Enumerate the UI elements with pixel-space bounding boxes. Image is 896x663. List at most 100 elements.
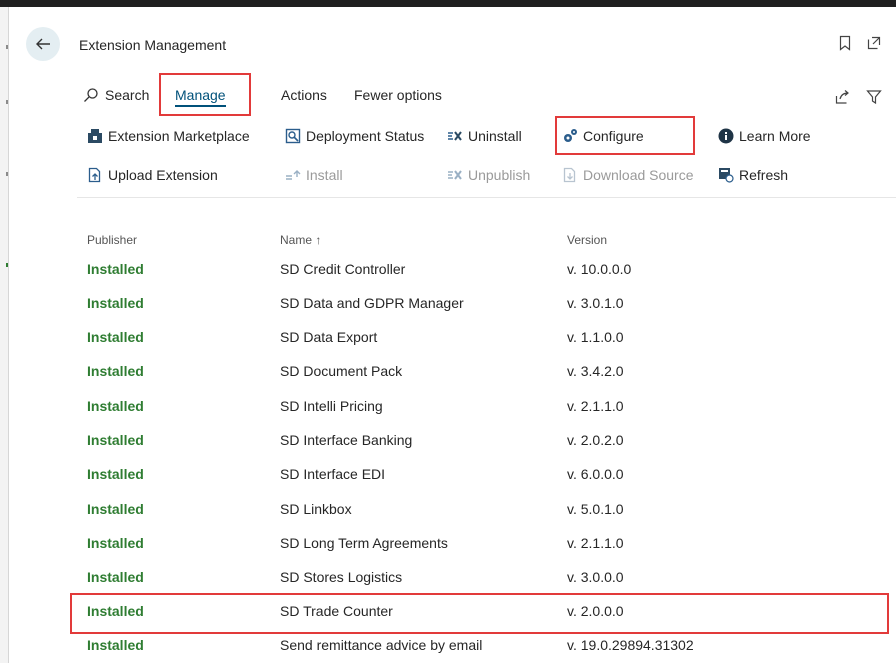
name-cell[interactable]: SD Stores Logistics bbox=[280, 569, 402, 585]
version-cell: v. 1.1.0.0 bbox=[567, 329, 624, 345]
name-cell[interactable]: SD Linkbox bbox=[280, 501, 352, 517]
learn-more-label: Learn More bbox=[739, 128, 811, 144]
info-icon bbox=[718, 128, 734, 144]
publisher-cell: Installed bbox=[87, 569, 144, 585]
version-cell: v. 3.0.1.0 bbox=[567, 295, 624, 311]
bookmark-icon[interactable] bbox=[837, 35, 853, 51]
refresh-button[interactable]: Refresh bbox=[718, 167, 788, 183]
edge-mark bbox=[6, 45, 8, 49]
publisher-cell: Installed bbox=[87, 363, 144, 379]
uninstall-icon bbox=[448, 131, 462, 141]
table-row[interactable]: Installed SD Document Pack v. 3.4.2.0 bbox=[77, 354, 896, 388]
publisher-cell: Installed bbox=[87, 637, 144, 653]
unpublish-label: Unpublish bbox=[468, 167, 531, 183]
name-cell[interactable]: SD Data Export bbox=[280, 329, 377, 345]
deployment-status-button[interactable]: Deployment Status bbox=[285, 128, 424, 144]
version-cell: v. 2.1.1.0 bbox=[567, 535, 624, 551]
fewer-options-label: Fewer options bbox=[354, 87, 442, 103]
column-header-version[interactable]: Version bbox=[567, 233, 607, 247]
version-cell: v. 3.0.0.0 bbox=[567, 569, 624, 585]
publisher-cell: Installed bbox=[87, 432, 144, 448]
uninstall-button[interactable]: Uninstall bbox=[447, 128, 522, 144]
filter-icon[interactable] bbox=[866, 89, 882, 105]
page-header: Extension Management bbox=[9, 7, 896, 79]
name-cell[interactable]: SD Data and GDPR Manager bbox=[280, 295, 464, 311]
upload-extension-button[interactable]: Upload Extension bbox=[87, 167, 218, 183]
version-cell: v. 5.0.1.0 bbox=[567, 501, 624, 517]
version-cell: v. 3.4.2.0 bbox=[567, 363, 624, 379]
unpublish-button[interactable]: Unpublish bbox=[447, 167, 530, 183]
tab-manage-label: Manage bbox=[175, 87, 226, 107]
window-top-bar bbox=[0, 0, 896, 7]
download-source-label: Download Source bbox=[583, 167, 694, 183]
tab-manage[interactable]: Manage bbox=[175, 87, 226, 107]
table-row[interactable]: Installed SD Data Export v. 1.1.0.0 bbox=[77, 320, 896, 354]
configure-button[interactable]: Configure bbox=[562, 128, 644, 144]
refresh-icon bbox=[719, 168, 734, 183]
open-new-window-icon[interactable] bbox=[866, 35, 882, 51]
deployment-status-icon bbox=[285, 128, 301, 144]
table-row[interactable]: Installed Send remittance advice by emai… bbox=[77, 628, 896, 662]
table-row[interactable]: Installed SD Credit Controller v. 10.0.0… bbox=[77, 252, 896, 286]
publisher-cell: Installed bbox=[87, 501, 144, 517]
share-icon[interactable] bbox=[834, 89, 850, 105]
name-cell[interactable]: SD Intelli Pricing bbox=[280, 398, 383, 414]
refresh-label: Refresh bbox=[739, 167, 789, 183]
tab-search[interactable]: Search bbox=[83, 87, 149, 103]
table-row[interactable]: Installed SD Linkbox v. 5.0.1.0 bbox=[77, 492, 896, 526]
extension-marketplace-button[interactable]: Extension Marketplace bbox=[87, 128, 250, 144]
marketplace-icon bbox=[88, 129, 102, 143]
tab-actions[interactable]: Actions bbox=[281, 87, 327, 103]
install-button[interactable]: Install bbox=[285, 167, 343, 183]
divider bbox=[77, 197, 896, 198]
name-cell[interactable]: SD Trade Counter bbox=[280, 603, 393, 619]
tab-search-label: Search bbox=[105, 87, 150, 103]
table-row[interactable]: Installed SD Interface Banking v. 2.0.2.… bbox=[77, 423, 896, 457]
table-row[interactable]: Installed SD Trade Counter v. 2.0.0.0 bbox=[77, 594, 896, 628]
version-cell: v. 2.0.0.0 bbox=[567, 603, 624, 619]
name-cell[interactable]: Send remittance advice by email bbox=[280, 637, 482, 653]
table-row[interactable]: Installed SD Data and GDPR Manager v. 3.… bbox=[77, 286, 896, 320]
table-row[interactable]: Installed SD Long Term Agreements v. 2.1… bbox=[77, 526, 896, 560]
name-cell[interactable]: SD Long Term Agreements bbox=[280, 535, 448, 551]
table-row[interactable]: Installed SD Stores Logistics v. 3.0.0.0 bbox=[77, 560, 896, 594]
install-label: Install bbox=[306, 167, 343, 183]
deployment-status-label: Deployment Status bbox=[306, 128, 425, 144]
publisher-cell: Installed bbox=[87, 603, 144, 619]
publisher-cell: Installed bbox=[87, 295, 144, 311]
version-cell: v. 19.0.29894.31302 bbox=[567, 637, 694, 653]
publisher-cell: Installed bbox=[87, 329, 144, 345]
search-icon bbox=[84, 88, 98, 102]
name-cell[interactable]: SD Document Pack bbox=[280, 363, 402, 379]
gear-icon bbox=[564, 129, 577, 142]
name-cell[interactable]: SD Interface EDI bbox=[280, 466, 385, 482]
fewer-options-button[interactable]: Fewer options bbox=[354, 87, 442, 103]
publisher-cell: Installed bbox=[87, 466, 144, 482]
upload-icon bbox=[88, 167, 101, 183]
tab-actions-label: Actions bbox=[281, 87, 327, 103]
edge-mark bbox=[6, 172, 8, 176]
edge-mark bbox=[6, 263, 8, 267]
edge-mark bbox=[6, 100, 8, 104]
extension-marketplace-label: Extension Marketplace bbox=[108, 128, 250, 144]
back-button[interactable] bbox=[26, 27, 60, 61]
version-cell: v. 10.0.0.0 bbox=[567, 261, 632, 277]
uninstall-label: Uninstall bbox=[468, 128, 522, 144]
action-bar-tabs: Search Manage Actions Fewer options bbox=[9, 79, 896, 109]
upload-extension-label: Upload Extension bbox=[108, 167, 218, 183]
name-cell[interactable]: SD Credit Controller bbox=[280, 261, 405, 277]
extension-management-page: Extension Management Search Manage Actio… bbox=[9, 7, 896, 663]
publisher-cell: Installed bbox=[87, 261, 144, 277]
table-row[interactable]: Installed SD Interface EDI v. 6.0.0.0 bbox=[77, 457, 896, 491]
column-header-name[interactable]: Name ↑ bbox=[280, 233, 321, 247]
version-cell: v. 6.0.0.0 bbox=[567, 466, 624, 482]
configure-label: Configure bbox=[583, 128, 644, 144]
download-source-button[interactable]: Download Source bbox=[562, 167, 694, 183]
table-row[interactable]: Installed SD Intelli Pricing v. 2.1.1.0 bbox=[77, 389, 896, 423]
learn-more-button[interactable]: Learn More bbox=[718, 128, 811, 144]
arrow-left-icon bbox=[36, 38, 50, 50]
column-header-publisher[interactable]: Publisher bbox=[87, 233, 137, 247]
download-icon bbox=[563, 167, 576, 183]
name-cell[interactable]: SD Interface Banking bbox=[280, 432, 412, 448]
publisher-cell: Installed bbox=[87, 398, 144, 414]
